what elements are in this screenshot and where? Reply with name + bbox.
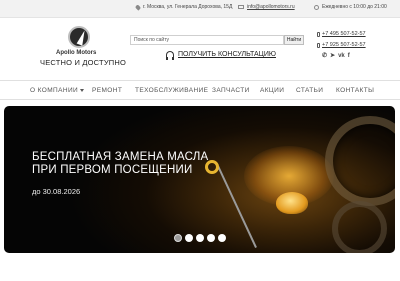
clock-icon — [314, 4, 319, 10]
engine-gear-image — [325, 116, 395, 206]
slogan: ЧЕСТНО И ДОСТУПНО — [40, 58, 127, 67]
email-text[interactable]: info@apollomotors.ru — [247, 4, 295, 10]
social-links: ✆ ➤ vk f — [322, 52, 350, 60]
mobile-phone-icon — [317, 42, 320, 48]
slider-dot-5[interactable] — [218, 234, 226, 242]
consultation-button[interactable]: ПОЛУЧИТЬ КОНСУЛЬТАЦИЮ — [166, 51, 276, 60]
nav-item-parts[interactable]: ЗАПЧАСТИ — [212, 87, 250, 94]
nav-item-contacts[interactable]: КОНТАКТЫ — [336, 87, 374, 94]
nav-item-promotions[interactable]: АКЦИИ — [260, 87, 284, 94]
telegram-icon[interactable]: ➤ — [330, 52, 335, 59]
nav-item-articles[interactable]: СТАТЬИ — [296, 87, 323, 94]
search-button[interactable]: Найти — [284, 35, 304, 45]
address-text: г. Москва, ул. Генерала Дорохова, 15Д — [143, 4, 233, 10]
envelope-icon — [238, 5, 244, 9]
chevron-down-icon — [80, 88, 85, 92]
facebook-icon[interactable]: f — [348, 53, 350, 59]
banner-title-line-1: БЕСПЛАТНАЯ ЗАМЕНА МАСЛА — [32, 151, 209, 163]
phone-link-1[interactable]: +7 495 507-52-57 — [317, 31, 366, 37]
phone-number-1[interactable]: +7 495 507-52-57 — [322, 31, 366, 37]
location-pin-icon — [134, 3, 142, 11]
slider-dot-4[interactable] — [207, 234, 215, 242]
phone-number-2[interactable]: +7 925 507-52-57 — [322, 42, 366, 48]
brand-name: Apollo Motors — [56, 50, 97, 56]
nav-item-about-label: О КОМПАНИИ — [30, 87, 79, 94]
promo-banner-slider[interactable]: БЕСПЛАТНАЯ ЗАМЕНА МАСЛА ПРИ ПЕРВОМ ПОСЕЩ… — [4, 106, 395, 253]
slider-dot-1[interactable] — [174, 234, 182, 242]
main-navigation: О КОМПАНИИ РЕМОНТ ТЕХОБСЛУЖИВАНИЕ ЗАПЧАС… — [0, 80, 400, 100]
working-hours: Ежедневно с 10:00 до 21:00 — [314, 4, 387, 10]
oil-splash-image — [276, 192, 308, 214]
slider-dot-2[interactable] — [185, 234, 193, 242]
apollo-logo-icon[interactable] — [68, 26, 90, 48]
slider-pagination — [174, 234, 226, 242]
banner-date: до 30.08.2026 — [32, 187, 81, 196]
nav-item-repair[interactable]: РЕМОНТ — [92, 87, 122, 94]
consultation-label: ПОЛУЧИТЬ КОНСУЛЬТАЦИЮ — [178, 51, 276, 58]
top-info-bar: г. Москва, ул. Генерала Дорохова, 15Д in… — [0, 0, 400, 18]
headset-icon — [166, 51, 174, 60]
vk-icon[interactable]: vk — [338, 53, 345, 59]
slider-dot-3[interactable] — [196, 234, 204, 242]
address: г. Москва, ул. Генерала Дорохова, 15Д — [134, 3, 233, 11]
nav-item-maintenance[interactable]: ТЕХОБСЛУЖИВАНИЕ — [135, 87, 208, 94]
email-link[interactable]: info@apollomotors.ru — [238, 4, 295, 10]
phone-icon — [317, 31, 320, 37]
whatsapp-icon[interactable]: ✆ — [322, 52, 327, 59]
working-hours-text: Ежедневно с 10:00 до 21:00 — [322, 4, 387, 10]
engine-gear-image-2 — [332, 201, 387, 253]
search-input[interactable] — [130, 35, 284, 45]
banner-title-line-2: ПРИ ПЕРВОМ ПОСЕЩЕНИИ — [32, 164, 193, 176]
nav-item-about[interactable]: О КОМПАНИИ — [30, 87, 85, 94]
phone-link-2[interactable]: +7 925 507-52-57 — [317, 42, 366, 48]
